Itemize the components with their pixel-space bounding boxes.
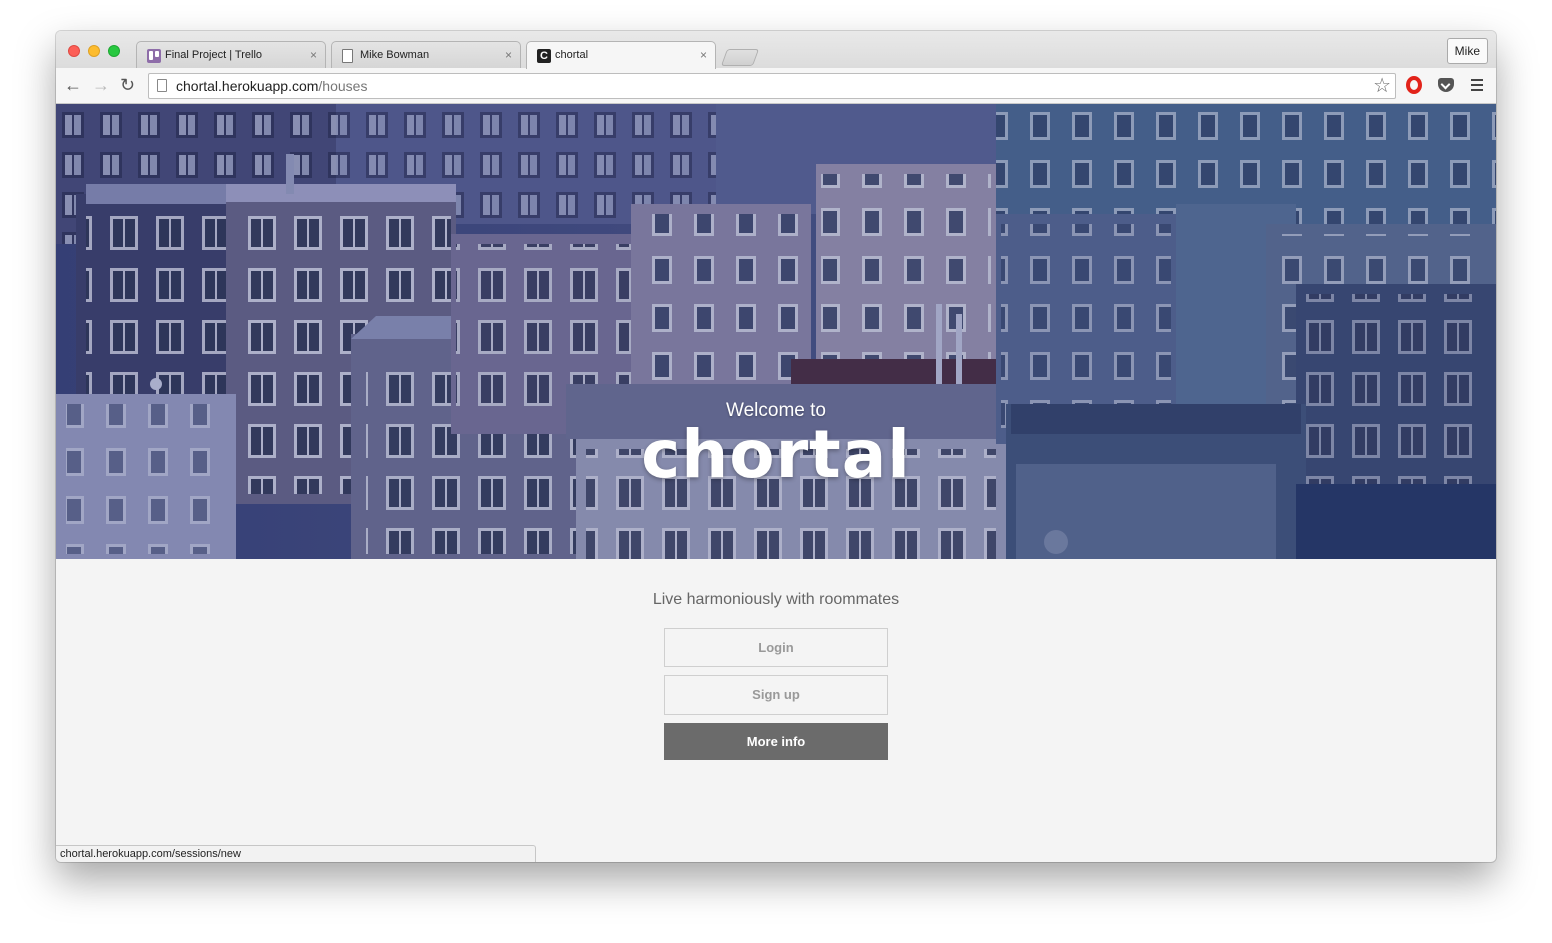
- page-icon: [157, 79, 167, 92]
- tab-close-icon[interactable]: ×: [700, 48, 707, 62]
- more-info-button[interactable]: More info: [664, 723, 888, 760]
- tab-label: chortal: [555, 49, 589, 61]
- hero-banner: Welcome to chortal: [56, 104, 1496, 559]
- browser-window: Final Project | Trello × Mike Bowman × C…: [56, 31, 1496, 862]
- back-arrow-icon[interactable]: ←: [64, 76, 82, 94]
- tab-chortal[interactable]: C chortal ×: [526, 41, 716, 69]
- tab-strip: Final Project | Trello × Mike Bowman × C…: [56, 31, 1496, 69]
- url-path: /houses: [318, 78, 368, 94]
- tab-label: Final Project | Trello: [165, 49, 263, 61]
- signup-button[interactable]: Sign up: [664, 675, 888, 715]
- browser-toolbar: ← → ↻ chortal.herokuapp.com/houses ☆: [56, 68, 1496, 104]
- minimize-window-button[interactable]: [88, 45, 100, 57]
- opera-extension-icon[interactable]: [1406, 76, 1422, 94]
- trello-icon: [147, 49, 161, 63]
- tab-mike-bowman[interactable]: Mike Bowman ×: [331, 41, 521, 68]
- document-icon: [342, 49, 353, 63]
- zoom-window-button[interactable]: [108, 45, 120, 57]
- bookmark-star-icon[interactable]: ☆: [1373, 75, 1391, 97]
- tab-close-icon[interactable]: ×: [310, 48, 317, 62]
- login-button[interactable]: Login: [664, 628, 888, 667]
- profile-button[interactable]: Mike: [1446, 38, 1488, 64]
- tab-label: Mike Bowman: [360, 49, 430, 61]
- reload-icon[interactable]: ↻: [120, 76, 135, 94]
- chortal-favicon: C: [537, 49, 551, 63]
- pocket-extension-icon[interactable]: [1438, 78, 1454, 92]
- close-window-button[interactable]: [68, 45, 80, 57]
- brand-logo-text: chortal: [641, 416, 911, 493]
- url-text[interactable]: chortal.herokuapp.com/houses: [176, 78, 367, 94]
- menu-icon[interactable]: [1471, 79, 1483, 94]
- forward-arrow-icon[interactable]: →: [92, 76, 110, 94]
- new-tab-button[interactable]: [720, 49, 760, 66]
- tab-trello[interactable]: Final Project | Trello ×: [136, 41, 326, 68]
- tagline: Live harmoniously with roommates: [652, 591, 900, 608]
- url-host: chortal.herokuapp.com: [176, 78, 319, 94]
- tab-close-icon[interactable]: ×: [505, 48, 512, 62]
- status-bar: chortal.herokuapp.com/sessions/new: [56, 845, 536, 862]
- address-bar[interactable]: chortal.herokuapp.com/houses ☆: [148, 73, 1396, 99]
